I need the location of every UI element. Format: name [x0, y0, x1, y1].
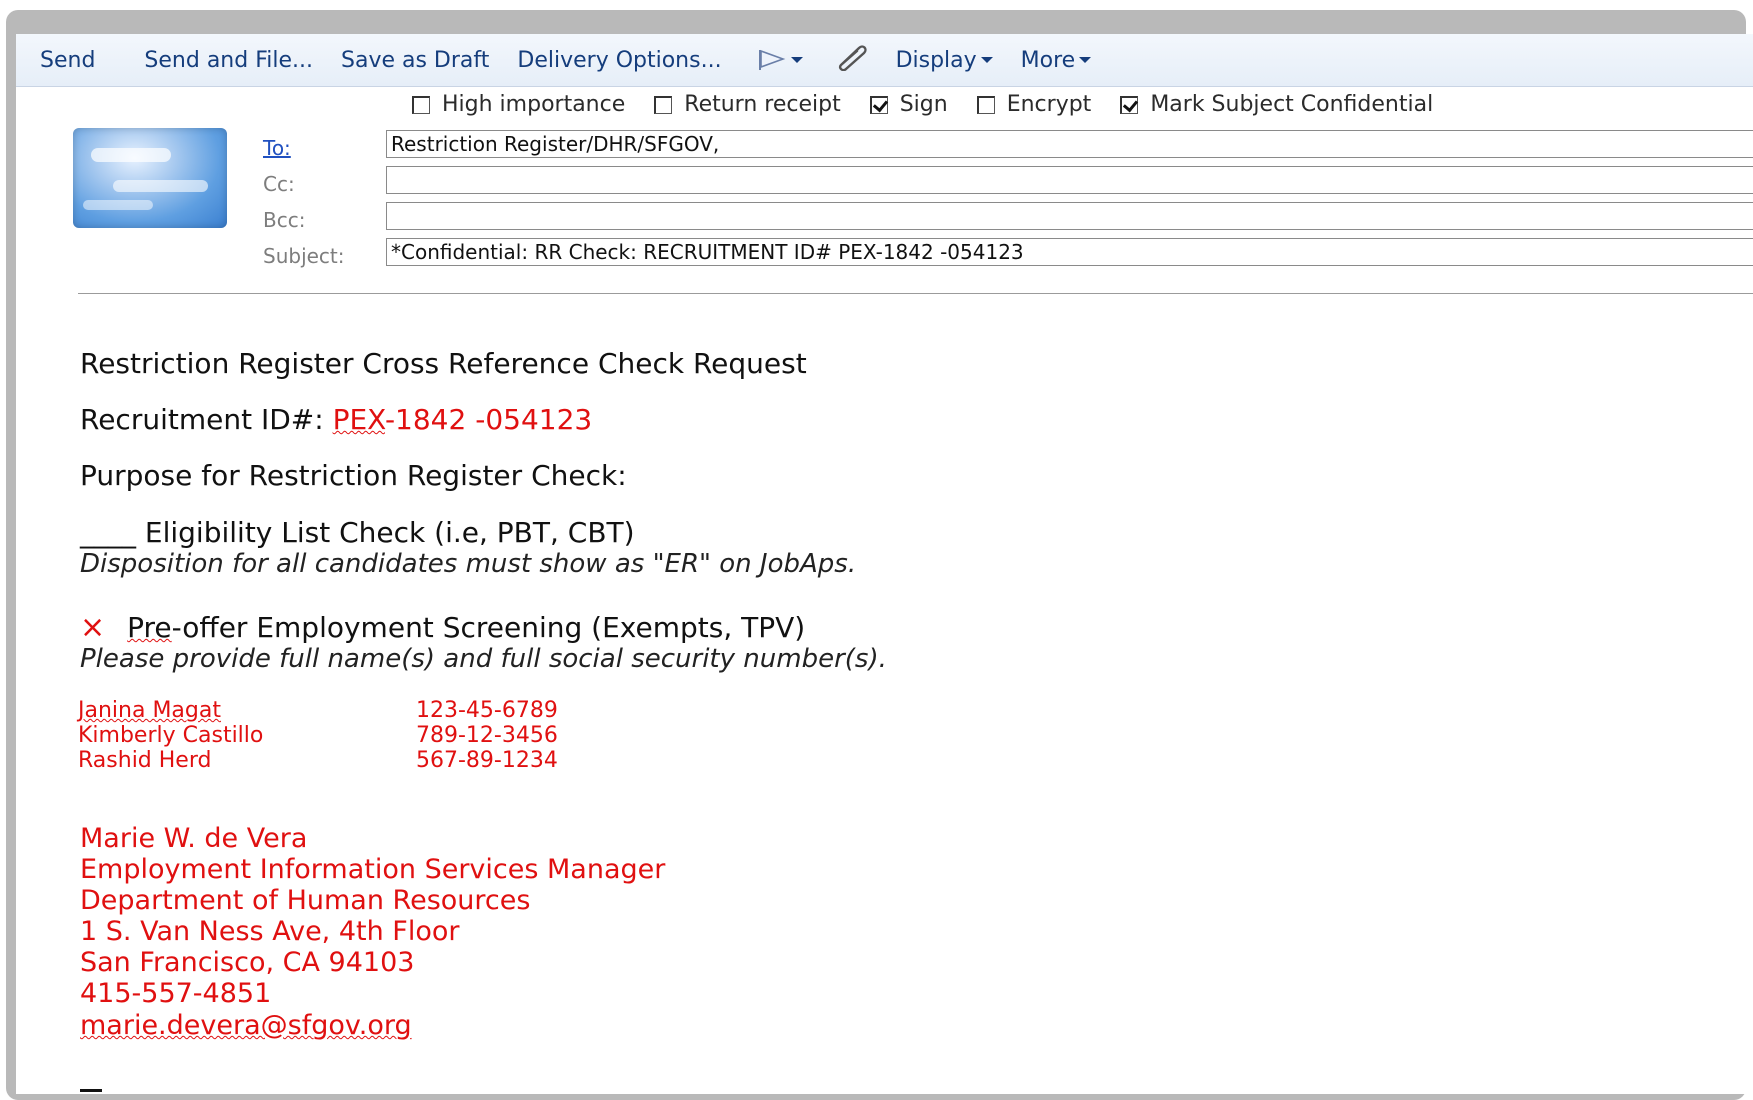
candidate-name: Kimberly Castillo: [78, 723, 264, 748]
header-divider: [78, 293, 1753, 294]
signature-phone: 415-557-4851: [80, 978, 272, 1009]
cc-label: Cc:: [263, 172, 295, 196]
bcc-field[interactable]: [386, 202, 1753, 230]
chevron-down-icon: [1079, 57, 1092, 63]
compose-toolbar: Send Send and File... Save as Draft Deli…: [16, 34, 1753, 87]
to-field[interactable]: Restriction Register/DHR/SFGOV,: [386, 130, 1753, 158]
display-menu-button[interactable]: Display: [896, 48, 993, 73]
delivery-options-button[interactable]: Delivery Options...: [517, 48, 721, 73]
mark-subject-confidential-label: Mark Subject Confidential: [1150, 92, 1434, 117]
bcc-label: Bcc:: [263, 208, 306, 232]
purpose-heading: Purpose for Restriction Register Check:: [80, 459, 627, 492]
eligibility-note: Disposition for all candidates must show…: [80, 549, 857, 579]
candidate-name: Rashid Herd: [78, 748, 212, 773]
preoffer-note: Please provide full name(s) and full soc…: [80, 644, 887, 674]
encrypt-option[interactable]: Encrypt: [976, 92, 1092, 117]
encrypt-checkbox[interactable]: [976, 95, 995, 114]
eligibility-option: ____ Eligibility List Check (i.e, PBT, C…: [80, 516, 635, 549]
candidate-row: Janina Magat 123-45-6789: [78, 698, 558, 723]
preoffer-option: × Pre-offer Employment Screening (Exempts…: [80, 610, 805, 645]
send-options-bar: High importance Return receipt Sign Encr…: [412, 92, 1462, 117]
high-importance-label: High importance: [442, 92, 626, 117]
save-as-draft-button[interactable]: Save as Draft: [341, 48, 489, 73]
candidate-name: Janina Magat: [78, 698, 221, 723]
preoffer-label: -offer Employment Screening (Exempts, TP…: [171, 611, 806, 644]
signature-address-line2: San Francisco, CA 94103: [80, 947, 415, 978]
flag-button[interactable]: [757, 48, 803, 72]
preoffer-prefix: Pre: [127, 611, 172, 644]
return-receipt-option[interactable]: Return receipt: [654, 92, 841, 117]
send-and-file-button[interactable]: Send and File...: [144, 48, 313, 73]
selected-x-mark: ×: [80, 610, 106, 645]
encrypt-label: Encrypt: [1006, 92, 1092, 117]
candidate-ssn: 567-89-1234: [416, 748, 558, 773]
request-heading: Restriction Register Cross Reference Che…: [80, 347, 807, 380]
sign-option[interactable]: Sign: [869, 92, 948, 117]
paperclip-icon: [838, 45, 867, 72]
signature-name: Marie W. de Vera: [80, 823, 308, 854]
candidate-ssn: 789-12-3456: [416, 723, 558, 748]
subject-field[interactable]: *Confidential: RR Check: RECRUITMENT ID#…: [386, 238, 1753, 266]
cc-field[interactable]: [386, 166, 1753, 194]
flag-icon: [758, 49, 785, 70]
signature-email-link[interactable]: marie.devera@sfgov.org: [80, 1010, 412, 1041]
send-button[interactable]: Send: [40, 48, 95, 73]
email-compose-window: Send Send and File... Save as Draft Deli…: [16, 34, 1753, 1094]
more-menu-button[interactable]: More: [1021, 48, 1092, 73]
chevron-down-icon: [790, 57, 803, 63]
candidate-row: Kimberly Castillo 789-12-3456: [78, 723, 558, 748]
return-receipt-checkbox[interactable]: [654, 95, 673, 114]
display-label: Display: [895, 47, 977, 73]
return-receipt-label: Return receipt: [684, 92, 841, 117]
text-cursor-dash: [80, 1089, 102, 1092]
signature-department: Department of Human Resources: [80, 885, 531, 916]
sign-label: Sign: [899, 92, 948, 117]
to-label-link[interactable]: To:: [263, 136, 291, 160]
subject-label: Subject:: [263, 244, 345, 268]
more-label: More: [1020, 47, 1076, 73]
recruitment-id-label: Recruitment ID#:: [80, 403, 333, 436]
recruitment-id-prefix: PEX: [332, 403, 385, 436]
high-importance-option[interactable]: High importance: [412, 92, 625, 117]
candidate-ssn: 123-45-6789: [416, 698, 558, 723]
candidate-row: Rashid Herd 567-89-1234: [78, 748, 558, 773]
attach-button[interactable]: [833, 43, 869, 77]
chevron-down-icon: [980, 57, 993, 63]
signature-title: Employment Information Services Manager: [80, 854, 666, 885]
recruitment-id-value: -1842 -054123: [384, 403, 593, 436]
recruitment-id-line: Recruitment ID#: PEX-1842 -054123: [80, 403, 592, 436]
mark-subject-confidential-checkbox[interactable]: [1120, 95, 1139, 114]
sign-checkbox[interactable]: [869, 95, 888, 114]
sender-avatar: [73, 128, 227, 228]
mark-subject-confidential-option[interactable]: Mark Subject Confidential: [1120, 92, 1433, 117]
high-importance-checkbox[interactable]: [412, 95, 430, 114]
signature-address-line1: 1 S. Van Ness Ave, 4th Floor: [80, 916, 460, 947]
